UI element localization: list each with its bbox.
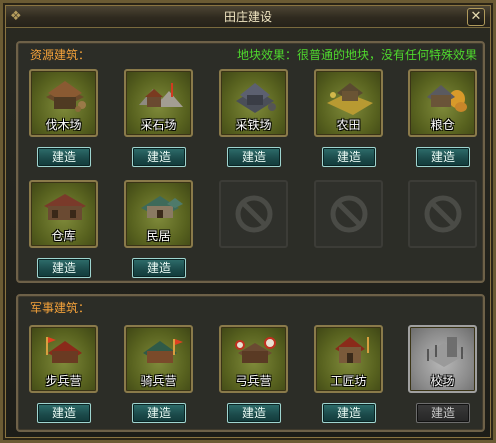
building-name: 弓兵营 <box>235 374 272 388</box>
building-tile[interactable]: 民居 <box>124 180 193 248</box>
resource-section-label: 资源建筑： <box>30 48 91 62</box>
farmland-icon <box>327 83 373 115</box>
building-tile[interactable]: 骑兵营 <box>124 325 193 393</box>
building-name: 民居 <box>146 229 171 243</box>
building-tile[interactable]: 农田 <box>314 69 383 137</box>
building-tile[interactable]: 采铁场 <box>219 69 288 137</box>
estate-construction-window: ❖ 田庄建设 ✕ 资源建筑： 地块效果：很普通的地块，没有任何特殊效果 伐木场 … <box>0 0 496 443</box>
building-name: 仓库 <box>51 229 76 243</box>
residence-icon <box>141 196 183 218</box>
locked-slot <box>408 180 477 248</box>
building-tile[interactable]: 工匠坊 <box>314 325 383 393</box>
building-tile[interactable]: 仓库 <box>29 180 98 248</box>
building-tile[interactable]: 伐木场 <box>29 69 98 137</box>
building-name: 工匠坊 <box>330 374 367 388</box>
building-name: 农田 <box>336 118 361 132</box>
training-ground-icon <box>423 337 465 367</box>
resource-buildings-panel: 资源建筑： 地块效果：很普通的地块，没有任何特殊效果 伐木场 建造 采石场 建造… <box>16 41 485 283</box>
quarry-icon <box>139 83 183 107</box>
archer-camp-icon <box>235 337 276 363</box>
build-button[interactable]: 建造 <box>37 147 91 167</box>
building-tile[interactable]: 步兵营 <box>29 325 98 393</box>
building-name: 校场 <box>430 374 455 388</box>
build-button[interactable]: 建造 <box>322 147 376 167</box>
workshop-icon <box>335 337 369 363</box>
build-button[interactable]: 建造 <box>227 403 281 423</box>
build-button[interactable]: 建造 <box>37 403 91 423</box>
build-button[interactable]: 建造 <box>132 403 186 423</box>
lumber-mill-icon <box>46 81 86 112</box>
close-icon[interactable]: ✕ <box>467 8 485 26</box>
build-button[interactable]: 建造 <box>227 147 281 167</box>
warehouse-icon <box>44 194 86 220</box>
build-button[interactable]: 建造 <box>416 147 470 167</box>
build-button[interactable]: 建造 <box>322 403 376 423</box>
tile-effect-text: 地块效果：很普通的地块，没有任何特殊效果 <box>236 48 477 62</box>
building-name: 骑兵营 <box>140 374 177 388</box>
build-button[interactable]: 建造 <box>37 258 91 278</box>
forbidden-icon <box>235 195 273 233</box>
cavalry-camp-icon <box>143 339 183 363</box>
building-tile[interactable]: 弓兵营 <box>219 325 288 393</box>
building-name: 粮仓 <box>430 118 455 132</box>
building-name: 步兵营 <box>45 374 82 388</box>
building-tile[interactable]: 粮仓 <box>408 69 477 137</box>
title-bar[interactable]: ❖ 田庄建设 ✕ <box>6 6 490 28</box>
locked-slot <box>314 180 383 248</box>
building-name: 伐木场 <box>45 118 82 132</box>
building-tile[interactable]: 校场 <box>408 325 477 393</box>
build-button[interactable]: 建造 <box>132 147 186 167</box>
build-button-disabled: 建造 <box>416 403 470 423</box>
granary-icon <box>427 85 467 112</box>
military-section-label: 军事建筑： <box>30 301 91 315</box>
building-tile[interactable]: 采石场 <box>124 69 193 137</box>
military-buildings-panel: 军事建筑： 步兵营 建造 骑兵营 建造 弓兵营 建造 工匠坊 建造 校场 建造 <box>16 294 485 432</box>
forbidden-icon <box>424 195 462 233</box>
locked-slot <box>219 180 288 248</box>
build-button[interactable]: 建造 <box>132 258 186 278</box>
infantry-camp-icon <box>46 337 82 363</box>
building-name: 采石场 <box>140 118 177 132</box>
iron-mine-icon <box>236 83 276 113</box>
building-name: 采铁场 <box>235 118 272 132</box>
window-title: 田庄建设 <box>223 10 272 24</box>
forbidden-icon <box>330 195 368 233</box>
